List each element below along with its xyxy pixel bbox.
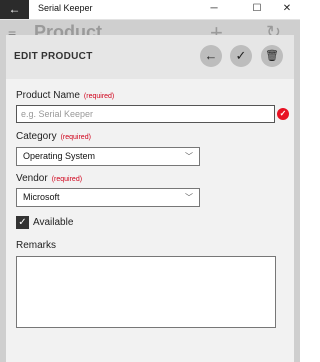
- back-arrow-icon[interactable]: ←: [0, 0, 29, 19]
- vendor-select[interactable]: Microsoft ﹀: [16, 188, 200, 207]
- chevron-down-icon: ﹀: [185, 152, 193, 161]
- product-name-label-text: Product Name: [16, 90, 80, 101]
- checkmark-icon: ✓: [235, 48, 247, 63]
- chevron-down-icon: ﹀: [185, 193, 193, 202]
- window-titlebar: ← Serial Keeper ─ ☐ ✕: [0, 0, 300, 20]
- category-label-text: Category: [16, 131, 57, 142]
- available-label: Available: [33, 217, 74, 228]
- required-marker: (required): [83, 93, 115, 100]
- back-button[interactable]: ←: [200, 45, 222, 67]
- vendor-select-value: Microsoft: [23, 192, 60, 202]
- close-icon[interactable]: ✕: [274, 0, 300, 19]
- product-name-input[interactable]: e.g. Serial Keeper: [16, 105, 275, 123]
- save-button[interactable]: ✓: [230, 45, 252, 67]
- remarks-textarea[interactable]: [16, 256, 276, 328]
- window-title: Serial Keeper: [38, 3, 93, 13]
- delete-button[interactable]: 🗑: [261, 45, 283, 67]
- dialog-header: EDIT PRODUCT ← ✓ 🗑: [6, 35, 294, 79]
- category-label: Category (required): [16, 131, 91, 142]
- remarks-label: Remarks: [16, 240, 57, 251]
- trash-icon: 🗑: [265, 50, 279, 62]
- vendor-label: Vendor (required): [16, 173, 82, 184]
- back-arrow-icon: ←: [204, 48, 218, 63]
- dialog-title: EDIT PRODUCT: [14, 51, 93, 62]
- edit-product-dialog: EDIT PRODUCT ← ✓ 🗑 Product Name (required…: [6, 35, 294, 362]
- required-marker: (required): [51, 176, 83, 183]
- product-name-label: Product Name (required): [16, 90, 114, 101]
- category-select-value: Operating System: [23, 151, 96, 161]
- vendor-label-text: Vendor: [16, 173, 48, 184]
- validation-error-icon: ✓: [277, 108, 289, 120]
- category-select[interactable]: Operating System ﹀: [16, 147, 200, 166]
- maximize-icon[interactable]: ☐: [244, 0, 270, 19]
- minimize-icon[interactable]: ─: [201, 0, 227, 19]
- required-marker: (required): [60, 134, 91, 141]
- available-checkbox[interactable]: ✓: [16, 216, 29, 229]
